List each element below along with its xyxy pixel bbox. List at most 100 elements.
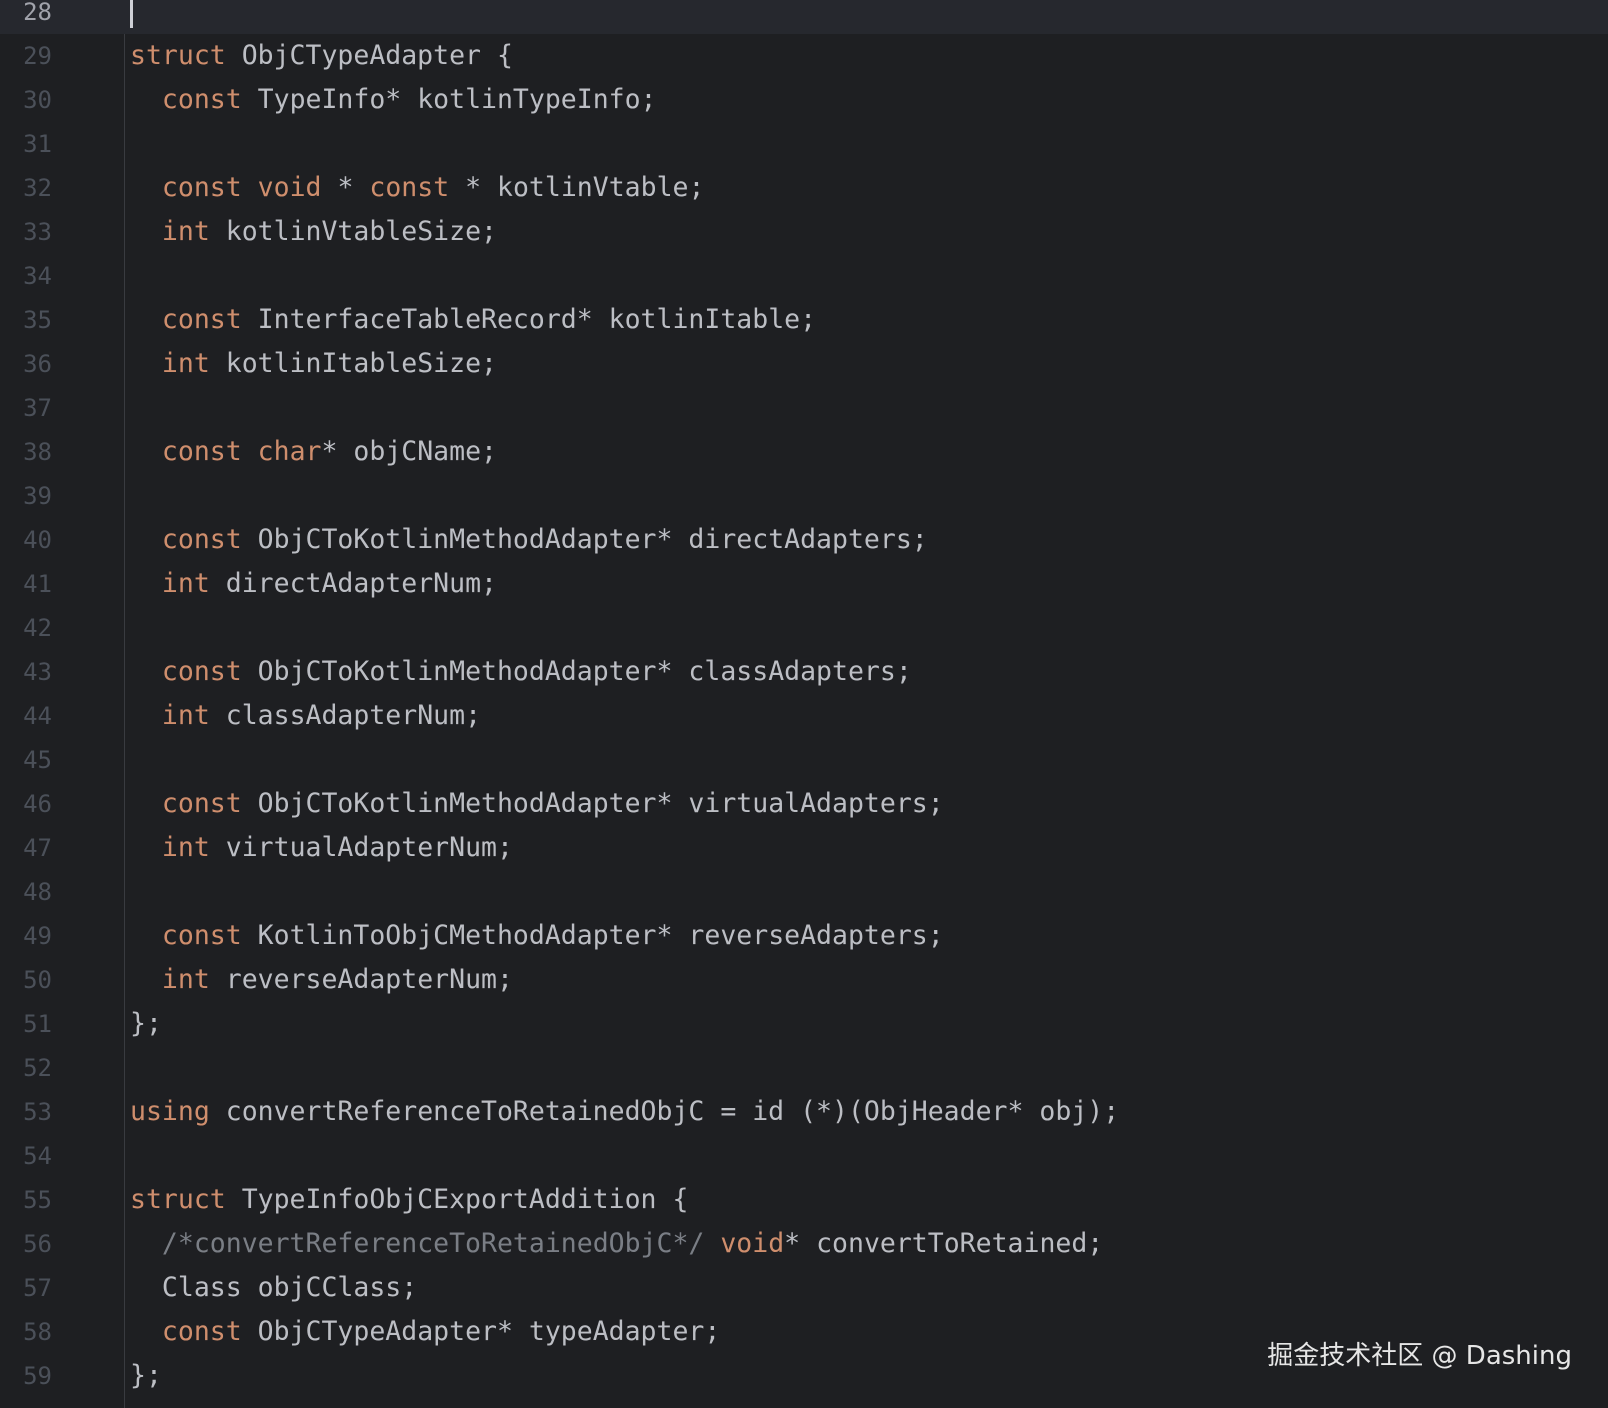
line-number: 37 <box>23 394 52 422</box>
code-line[interactable]: 40 const ObjCToKotlinMethodAdapter* dire… <box>0 518 1608 562</box>
code-text[interactable]: int classAdapterNum; <box>130 694 481 738</box>
line-number: 50 <box>23 966 52 994</box>
code-line[interactable]: 42 <box>0 606 1608 650</box>
code-text[interactable]: /*convertReferenceToRetainedObjC*/ void*… <box>130 1222 1103 1266</box>
line-number: 29 <box>23 42 52 70</box>
code-line[interactable]: 48 <box>0 870 1608 914</box>
code-text[interactable]: const ObjCToKotlinMethodAdapter* classAd… <box>130 650 912 694</box>
code-token: }; <box>130 1360 162 1391</box>
keyword-token: const <box>161 788 242 819</box>
keyword-token: const <box>161 1316 242 1347</box>
code-line[interactable]: 38 const char* objCName; <box>0 430 1608 474</box>
code-lines[interactable]: 28 29 struct ObjCTypeAdapter {30 const Typ… <box>0 0 1608 1398</box>
code-token: TypeInfoObjCExportAddition { <box>225 1184 689 1215</box>
code-token: ObjCTypeAdapter* typeAdapter; <box>241 1316 721 1347</box>
code-token: * convertToRetained; <box>784 1228 1104 1259</box>
line-number: 45 <box>23 746 52 774</box>
code-text[interactable]: int virtualAdapterNum; <box>130 826 513 870</box>
code-text[interactable]: const ObjCToKotlinMethodAdapter* directA… <box>130 518 928 562</box>
code-line[interactable]: 30 const TypeInfo* kotlinTypeInfo; <box>0 78 1608 122</box>
code-text[interactable]: const ObjCToKotlinMethodAdapter* virtual… <box>130 782 944 826</box>
line-number: 44 <box>23 702 52 730</box>
code-token: virtualAdapterNum; <box>209 832 513 863</box>
code-line[interactable]: 57 Class objCClass; <box>0 1266 1608 1310</box>
code-line[interactable]: 34 <box>0 254 1608 298</box>
code-text[interactable]: struct ObjCTypeAdapter { <box>130 34 513 78</box>
code-token: * kotlinVtable; <box>449 172 705 203</box>
line-number: 49 <box>23 922 52 950</box>
code-line[interactable]: 41 int directAdapterNum; <box>0 562 1608 606</box>
keyword-token: const <box>161 524 242 555</box>
code-token: KotlinToObjCMethodAdapter* reverseAdapte… <box>241 920 944 951</box>
code-text[interactable]: int directAdapterNum; <box>130 562 497 606</box>
keyword-token: void <box>257 172 322 203</box>
code-line[interactable]: 56 /*convertReferenceToRetainedObjC*/ vo… <box>0 1222 1608 1266</box>
code-line[interactable]: 45 <box>0 738 1608 782</box>
code-text[interactable]: }; <box>130 1354 162 1398</box>
keyword-token: const <box>161 304 242 335</box>
code-line[interactable]: 50 int reverseAdapterNum; <box>0 958 1608 1002</box>
keyword-token: int <box>161 700 210 731</box>
code-text[interactable]: const InterfaceTableRecord* kotlinItable… <box>130 298 816 342</box>
code-line[interactable]: 43 const ObjCToKotlinMethodAdapter* clas… <box>0 650 1608 694</box>
keyword-token: const <box>161 84 242 115</box>
code-line[interactable]: 31 <box>0 122 1608 166</box>
code-token: classAdapterNum; <box>209 700 482 731</box>
code-line[interactable]: 28 <box>0 0 1608 34</box>
keyword-token: int <box>161 348 210 379</box>
code-text[interactable]: const KotlinToObjCMethodAdapter* reverse… <box>130 914 944 958</box>
code-line[interactable]: 55 struct TypeInfoObjCExportAddition { <box>0 1178 1608 1222</box>
keyword-token: const <box>161 172 242 203</box>
code-text[interactable]: const void * const * kotlinVtable; <box>130 166 705 210</box>
keyword-token: using <box>130 1096 210 1127</box>
code-text[interactable]: const TypeInfo* kotlinTypeInfo; <box>130 78 657 122</box>
code-line[interactable]: 52 <box>0 1046 1608 1090</box>
code-text[interactable]: int kotlinVtableSize; <box>130 210 497 254</box>
code-line[interactable]: 33 int kotlinVtableSize; <box>0 210 1608 254</box>
line-number: 52 <box>23 1054 52 1082</box>
line-number: 35 <box>23 306 52 334</box>
code-line[interactable]: 29 struct ObjCTypeAdapter { <box>0 34 1608 78</box>
code-line[interactable]: 36 int kotlinItableSize; <box>0 342 1608 386</box>
text-caret <box>130 0 133 28</box>
code-text[interactable]: Class objCClass; <box>130 1266 417 1310</box>
code-token: * objCName; <box>321 436 498 467</box>
code-line[interactable]: 35 const InterfaceTableRecord* kotlinIta… <box>0 298 1608 342</box>
code-text[interactable]: int kotlinItableSize; <box>130 342 497 386</box>
code-line[interactable]: 51}; <box>0 1002 1608 1046</box>
code-token: * <box>321 172 370 203</box>
code-line[interactable]: 54 <box>0 1134 1608 1178</box>
code-line[interactable]: 46 const ObjCToKotlinMethodAdapter* virt… <box>0 782 1608 826</box>
code-text[interactable]: using convertReferenceToRetainedObjC = i… <box>130 1090 1119 1134</box>
code-text[interactable]: }; <box>130 1002 162 1046</box>
code-line[interactable]: 37 <box>0 386 1608 430</box>
code-line[interactable]: 53 using convertReferenceToRetainedObjC =… <box>0 1090 1608 1134</box>
code-text[interactable]: const ObjCTypeAdapter* typeAdapter; <box>130 1310 720 1354</box>
code-token: Class objCClass; <box>130 1272 418 1303</box>
keyword-token: int <box>161 964 210 995</box>
code-line[interactable]: 39 <box>0 474 1608 518</box>
code-text[interactable]: int reverseAdapterNum; <box>130 958 513 1002</box>
code-line[interactable]: 44 int classAdapterNum; <box>0 694 1608 738</box>
keyword-token: int <box>161 832 210 863</box>
code-text[interactable]: struct TypeInfoObjCExportAddition { <box>130 1178 688 1222</box>
code-editor[interactable]: 28 29 struct ObjCTypeAdapter {30 const Typ… <box>0 0 1608 1408</box>
keyword-token: char <box>257 436 322 467</box>
code-token: TypeInfo* kotlinTypeInfo; <box>241 84 657 115</box>
line-number: 36 <box>23 350 52 378</box>
code-line[interactable]: 32 const void * const * kotlinVtable; <box>0 166 1608 210</box>
line-number: 33 <box>23 218 52 246</box>
code-line[interactable]: 49 const KotlinToObjCMethodAdapter* reve… <box>0 914 1608 958</box>
code-text[interactable]: const char* objCName; <box>130 430 497 474</box>
code-token: ObjCToKotlinMethodAdapter* directAdapter… <box>241 524 928 555</box>
code-line[interactable]: 47 int virtualAdapterNum; <box>0 826 1608 870</box>
code-token: directAdapterNum; <box>209 568 497 599</box>
